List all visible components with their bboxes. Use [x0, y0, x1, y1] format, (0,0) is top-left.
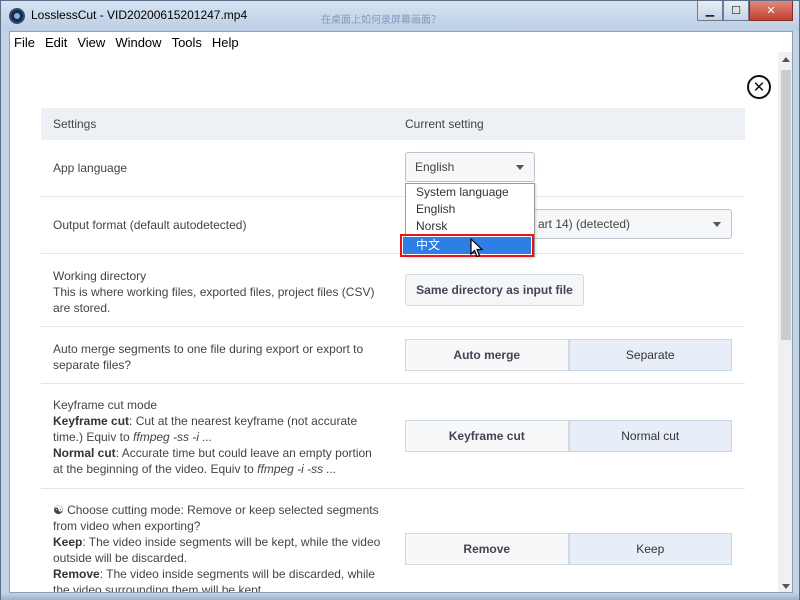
background-window-title: 在桌面上如何录屏幕画面？ — [321, 15, 441, 26]
keyframe-cut-button[interactable]: Keyframe cut — [405, 420, 569, 452]
vertical-scrollbar[interactable] — [778, 52, 792, 592]
remove-text: : The video inside segments will be disc… — [53, 567, 375, 593]
close-circle-icon: ✕ — [752, 77, 766, 96]
menu-file[interactable]: File — [14, 32, 40, 52]
keyframe-cmd: ffmpeg -ss -i ... — [133, 430, 213, 444]
keyframe-cut-label: Keyframe cut mode Keyframe cut: Cut at t… — [53, 397, 383, 477]
row-working-directory: Working directory This is where working … — [41, 254, 745, 327]
auto-merge-button[interactable]: Auto merge — [405, 339, 569, 371]
minimize-icon: ▁ — [705, 4, 715, 17]
menu-view[interactable]: View — [77, 32, 110, 52]
row-keyframe-cut-mode: Keyframe cut mode Keyframe cut: Cut at t… — [41, 384, 745, 489]
scroll-down-icon[interactable] — [782, 584, 790, 589]
menu-help[interactable]: Help — [212, 32, 244, 52]
separate-button[interactable]: Separate — [568, 339, 732, 371]
menu-bar: File Edit View Window Tools Help — [10, 32, 778, 52]
scroll-up-icon[interactable] — [782, 57, 790, 62]
keep-text: : The video inside segments will be kept… — [53, 535, 381, 565]
row-cutting-mode: ☯ Choose cutting mode: Remove or keep se… — [41, 489, 745, 593]
app-language-select[interactable]: English — [405, 152, 535, 182]
app-window: LosslessCut - VID20200615201247.mp4 在桌面上… — [0, 0, 800, 600]
header-current-setting: Current setting — [405, 117, 484, 131]
window-title: LosslessCut - VID20200615201247.mp4 — [31, 8, 248, 22]
cutting-mode-toggle: Remove Keep — [405, 533, 732, 565]
keyframe-bold: Keyframe cut — [53, 414, 130, 428]
output-format-label: Output format (default autodetected) — [53, 218, 247, 232]
mouse-cursor-icon — [470, 238, 484, 258]
keyframe-title: Keyframe cut mode — [53, 398, 158, 412]
title-bar[interactable]: LosslessCut - VID20200615201247.mp4 在桌面上… — [1, 1, 799, 31]
close-icon: ✕ — [766, 4, 776, 17]
cutting-mode-label: ☯ Choose cutting mode: Remove or keep se… — [53, 502, 383, 593]
keep-desc: Keep: The video inside segments will be … — [53, 534, 383, 566]
window-frame-bottom — [1, 593, 799, 600]
option-system-language[interactable]: System language — [406, 184, 534, 201]
option-chinese[interactable]: 中文 — [400, 234, 534, 257]
keep-button[interactable]: Keep — [568, 533, 732, 565]
app-language-label: App language — [53, 161, 128, 175]
chevron-down-icon — [713, 222, 721, 227]
working-directory-title: Working directory — [53, 269, 147, 283]
normal-cut-button[interactable]: Normal cut — [568, 420, 732, 452]
app-content: File Edit View Window Tools Help ✕ Setti… — [9, 31, 793, 593]
option-english[interactable]: English — [406, 201, 534, 218]
losslesscut-app-icon — [9, 8, 25, 24]
option-norsk[interactable]: Norsk — [406, 218, 534, 235]
menu-window[interactable]: Window — [115, 32, 166, 52]
maximize-icon: ☐ — [731, 4, 741, 17]
scrollbar-thumb[interactable] — [781, 70, 791, 340]
settings-table: Settings Current setting App language En… — [41, 108, 745, 592]
menu-edit[interactable]: Edit — [45, 32, 72, 52]
menu-tools[interactable]: Tools — [172, 32, 207, 52]
output-format-value: art 14) (detected) — [538, 217, 631, 231]
auto-merge-toggle: Auto merge Separate — [405, 339, 732, 371]
remove-bold: Remove — [53, 567, 100, 581]
settings-table-header: Settings Current setting — [41, 108, 745, 140]
close-settings-button[interactable]: ✕ — [747, 75, 771, 99]
normal-desc: Normal cut: Accurate time but could leav… — [53, 445, 383, 477]
row-output-format: Output format (default autodetected) art… — [41, 197, 745, 254]
keep-bold: Keep — [53, 535, 83, 549]
cutting-mode-title: ☯ Choose cutting mode: Remove or keep se… — [53, 503, 379, 533]
remove-button[interactable]: Remove — [405, 533, 569, 565]
row-auto-merge: Auto merge segments to one file during e… — [41, 327, 745, 384]
keyframe-toggle: Keyframe cut Normal cut — [405, 420, 732, 452]
minimize-button[interactable]: ▁ — [697, 1, 723, 21]
normal-bold: Normal cut — [53, 446, 116, 460]
app-language-value: English — [415, 160, 455, 174]
chevron-down-icon — [516, 165, 524, 170]
window-close-button[interactable]: ✕ — [749, 1, 793, 21]
working-directory-desc: This is where working files, exported fi… — [53, 285, 375, 315]
same-directory-button[interactable]: Same directory as input file — [405, 274, 584, 306]
auto-merge-label: Auto merge segments to one file during e… — [53, 342, 364, 372]
row-app-language: App language English — [41, 140, 745, 197]
normal-cmd: ffmpeg -i -ss ... — [257, 462, 337, 476]
remove-desc: Remove: The video inside segments will b… — [53, 566, 383, 593]
keyframe-desc: Keyframe cut: Cut at the nearest keyfram… — [53, 413, 383, 445]
working-directory-label: Working directory This is where working … — [53, 268, 383, 316]
header-settings: Settings — [53, 117, 97, 131]
maximize-button[interactable]: ☐ — [723, 1, 749, 21]
